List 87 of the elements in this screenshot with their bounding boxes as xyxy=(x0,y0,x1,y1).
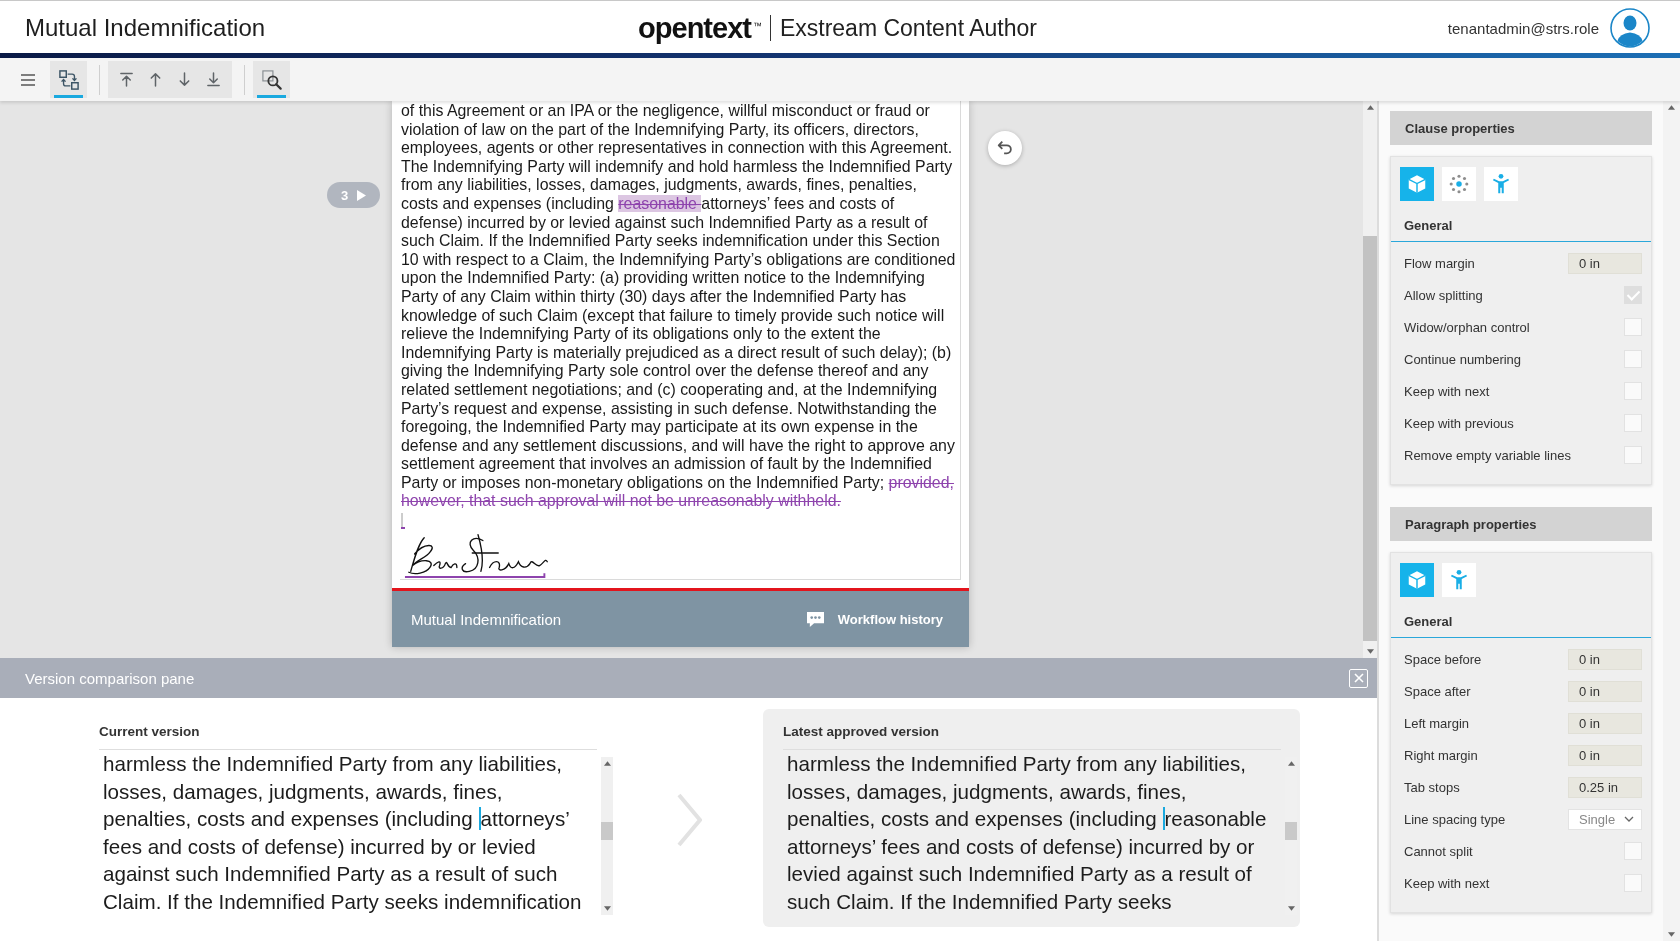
checkbox[interactable] xyxy=(1624,874,1642,892)
group-heading: General xyxy=(1391,201,1651,242)
arrow-up-to-bar-icon xyxy=(119,72,134,87)
property-label: Keep with next xyxy=(1404,383,1490,399)
property-tab[interactable] xyxy=(1400,167,1434,201)
scroll-down-icon[interactable] xyxy=(603,906,611,911)
document-title: Mutual Indemnification xyxy=(25,14,267,42)
cube-icon xyxy=(1406,173,1428,195)
text-input[interactable]: 0 in xyxy=(1568,680,1642,702)
checkbox[interactable] xyxy=(1624,842,1642,860)
pane-heading: Current version xyxy=(99,709,597,750)
property-tab[interactable] xyxy=(1442,563,1476,597)
property-label: Space before xyxy=(1404,651,1482,667)
undo-icon xyxy=(996,139,1014,157)
scroll-up-icon[interactable] xyxy=(1668,105,1675,110)
property-label: Right margin xyxy=(1404,747,1478,763)
document-paragraph: of this Agreement or an IPA or the negligence, willful misconduct or fraud or violation of law on the part of the Indemnifying Party, its officers, directors, employees, agents or other representatives in connection with this Agreement. The Indemnifying Party will indemnify and hold harmless the Indemnified Party from any liabilities, losses, damages, judgments, awards, fines, penalties, costs and expenses (including reasonable attorneys’ fees and costs of defense) incurred by or levied against such Indemnified Party as a result of such Claim. If the Indemnified Party seeks indemnification under this Section 10 with respect to a Claim, the Indemnifying Party’s obligations are conditioned upon the Indemnified Party: (a) providing written notice to the Indemnifying Party of any Claim within thirty (30) days after the Indemnified Party has knowledge of such Claim (except that failure to timely provide such notice will relieve the Indemnifying Party of its obligations only to the extent the Indemnifying Party is materially prejudiced as a direct result of such delay); (b) giving the Indemnifying Party sole control over the defense thereof and any related settlement negotiations; and (c) cooperating and, at the Indemnifying Party’s request and expense, assisting in such defense. Notwithstanding the foregoing, the Indemnified Party may participate at its own expense in the defense and any settlement discussions, and will have the right to approve any settlement agreement that involves an admission of fault by the Indemnified Party or imposes non-monetary obligations on the Indemnified Party; provided, however, that such approval will not be unreasonably withheld. xyxy=(401,102,957,512)
property-label: Keep with next xyxy=(1404,875,1490,891)
cube-icon xyxy=(1406,569,1428,591)
text-input[interactable]: 0 in xyxy=(1568,648,1642,670)
user-name: tenantadmin@strs.role xyxy=(1447,19,1599,37)
text-input[interactable]: 0.25 in xyxy=(1568,776,1642,798)
property-label: Left margin xyxy=(1404,715,1470,731)
avatar-icon[interactable] xyxy=(1610,8,1650,48)
text-input[interactable]: 0 in xyxy=(1568,744,1642,766)
trademark-sign: ™ xyxy=(752,20,762,31)
section-header: Paragraph properties xyxy=(1390,507,1652,541)
scroll-down-icon[interactable] xyxy=(1668,932,1675,937)
checkbox[interactable] xyxy=(1624,318,1642,336)
text-cursor-icon xyxy=(401,513,405,530)
scrollbar[interactable] xyxy=(601,757,613,915)
clause-title: Mutual Indemnification xyxy=(411,610,562,628)
checkbox[interactable] xyxy=(1624,446,1642,464)
person-icon xyxy=(1448,569,1470,591)
checkbox[interactable] xyxy=(1624,286,1642,304)
property-label: Remove empty variable lines xyxy=(1404,447,1571,463)
close-button[interactable] xyxy=(1349,668,1368,688)
speech-bubble-icon xyxy=(805,610,825,628)
logo-wordmark: opentext xyxy=(638,11,751,45)
checkbox[interactable] xyxy=(1624,382,1642,400)
text-input[interactable]: 0 in xyxy=(1568,712,1642,734)
property-label: Allow splitting xyxy=(1404,287,1483,303)
property-label: Cannot split xyxy=(1404,843,1473,859)
scroll-up-icon[interactable] xyxy=(603,761,611,766)
scroll-down-icon[interactable] xyxy=(1287,906,1295,911)
product-name: Exstream Content Author xyxy=(779,14,1037,42)
property-tab[interactable] xyxy=(1400,563,1434,597)
arrow-down-icon xyxy=(177,72,192,87)
undo-button[interactable] xyxy=(988,131,1022,165)
pane-heading: Latest approved version xyxy=(783,709,1281,750)
close-icon xyxy=(1353,673,1364,683)
text-input[interactable]: 0 in xyxy=(1568,252,1642,274)
menu-icon xyxy=(21,73,35,86)
version-text: harmless the Indemnified Party from any liabilities, losses, damages, judgments, awards, fines, penalties, costs and expenses (including reasonable attorneys’ fees and costs of defense) incurred by or levied against such Indemnified Party as a result of such Claim. If the Indemnified Party seeks xyxy=(787,751,1268,915)
section-header: Clause properties xyxy=(1390,111,1652,145)
dropdown[interactable]: Single xyxy=(1568,808,1642,830)
search-icon xyxy=(261,69,282,90)
scrollbar[interactable] xyxy=(1363,101,1377,658)
property-label: Line spacing type xyxy=(1404,811,1506,827)
pane-title: Version comparison pane xyxy=(25,669,195,687)
chevron-down-icon xyxy=(1624,816,1634,822)
triangle-right-icon xyxy=(357,189,367,201)
checkbox[interactable] xyxy=(1624,350,1642,368)
arrow-down-to-bar-icon xyxy=(206,72,221,87)
property-label: Widow/orphan control xyxy=(1404,319,1530,335)
scrollbar-thumb[interactable] xyxy=(601,822,613,840)
scrollbar-thumb[interactable] xyxy=(1363,236,1377,641)
scrollbar[interactable] xyxy=(1663,101,1680,941)
radial-dots-icon xyxy=(1448,173,1470,195)
property-label: Continue numbering xyxy=(1404,351,1522,367)
property-label: Flow margin xyxy=(1404,255,1475,271)
property-tab[interactable] xyxy=(1484,167,1518,201)
person-icon xyxy=(1490,173,1512,195)
chevron-right-icon xyxy=(677,793,702,847)
scrollbar-thumb[interactable] xyxy=(1285,822,1297,840)
scroll-up-icon[interactable] xyxy=(1287,761,1295,766)
group-heading: General xyxy=(1391,597,1651,638)
version-text: harmless the Indemnified Party from any liabilities, losses, damages, judgments, awards, fines, penalties, costs and expenses (including attorneys’ fees and costs of defense) incurred by or levied against such Indemnified Party as a result of such Claim. If the Indemnified Party seeks indemnification xyxy=(103,751,583,915)
property-label: Keep with previous xyxy=(1404,415,1514,431)
scroll-up-icon[interactable] xyxy=(1366,105,1374,110)
property-label: Space after xyxy=(1404,683,1471,699)
property-label: Tab stops xyxy=(1404,779,1460,795)
swap-icon xyxy=(58,69,79,90)
scroll-down-icon[interactable] xyxy=(1366,649,1374,654)
arrow-up-icon xyxy=(148,72,163,87)
checkbox[interactable] xyxy=(1624,414,1642,432)
property-tab[interactable] xyxy=(1442,167,1476,201)
